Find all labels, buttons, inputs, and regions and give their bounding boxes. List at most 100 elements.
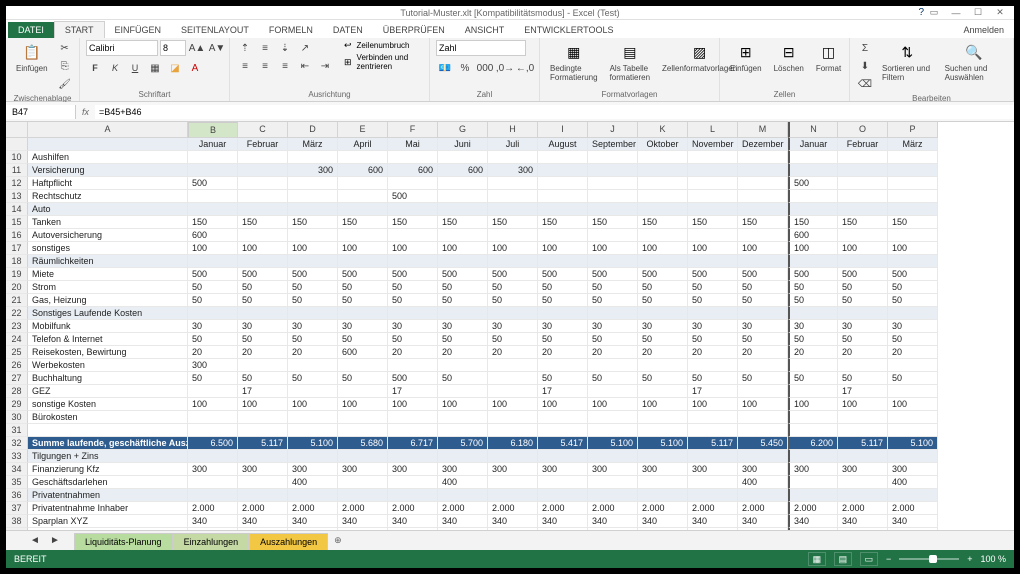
cell[interactable]: 50 (338, 294, 388, 307)
cell[interactable] (738, 450, 788, 463)
row-label[interactable]: Sparplan XYZ (28, 515, 188, 528)
cell[interactable]: 30 (688, 320, 738, 333)
cell[interactable]: 50 (688, 333, 738, 346)
cell[interactable] (788, 190, 838, 203)
cell[interactable] (538, 255, 588, 268)
row-label[interactable]: Sonstiges Laufende Kosten (28, 307, 188, 320)
cell[interactable] (538, 411, 588, 424)
cell[interactable] (738, 190, 788, 203)
cell[interactable]: 2.000 (388, 502, 438, 515)
cell[interactable] (738, 164, 788, 177)
row-label[interactable]: Finanzierung Kfz (28, 463, 188, 476)
cell[interactable]: 20 (788, 346, 838, 359)
cell[interactable] (688, 489, 738, 502)
cell[interactable]: 20 (488, 346, 538, 359)
cell[interactable] (838, 450, 888, 463)
cell[interactable]: 100 (388, 242, 438, 255)
cell[interactable] (388, 411, 438, 424)
cell[interactable] (638, 151, 688, 164)
row-header[interactable]: 33 (6, 450, 28, 463)
cell[interactable] (238, 255, 288, 268)
cell[interactable] (588, 385, 638, 398)
cell[interactable] (588, 203, 638, 216)
cell[interactable]: 50 (638, 372, 688, 385)
cell[interactable]: 5.100 (588, 437, 638, 450)
cell[interactable]: 25 (638, 528, 688, 530)
tab-insert[interactable]: EINFÜGEN (105, 22, 172, 38)
row-label[interactable]: Haftpflicht (28, 177, 188, 190)
cell[interactable]: 100 (888, 398, 938, 411)
cell[interactable] (488, 151, 538, 164)
cell[interactable] (238, 489, 288, 502)
cell[interactable] (588, 359, 638, 372)
cell[interactable]: 300 (738, 463, 788, 476)
cell[interactable]: 17 (538, 385, 588, 398)
cell[interactable] (288, 424, 338, 437)
cell[interactable] (288, 151, 338, 164)
row-label[interactable]: Sparplan XYZ (28, 528, 188, 530)
cell[interactable] (588, 164, 638, 177)
cell[interactable]: 20 (738, 346, 788, 359)
cell[interactable]: 100 (438, 398, 488, 411)
cell[interactable] (688, 411, 738, 424)
cell[interactable]: 300 (888, 463, 938, 476)
cell[interactable]: 300 (488, 164, 538, 177)
row-header[interactable]: 16 (6, 229, 28, 242)
cell[interactable]: 50 (738, 372, 788, 385)
cell[interactable]: 340 (688, 515, 738, 528)
col-header[interactable]: F (388, 122, 438, 138)
cell[interactable]: 100 (688, 398, 738, 411)
cell[interactable]: 50 (238, 281, 288, 294)
cell[interactable]: 100 (238, 242, 288, 255)
cell[interactable] (538, 177, 588, 190)
cell[interactable] (338, 450, 388, 463)
row-header[interactable]: 14 (6, 203, 28, 216)
cell[interactable] (838, 424, 888, 437)
sheet-tab-auszahlungen[interactable]: Auszahlungen (249, 533, 328, 550)
cell[interactable] (838, 229, 888, 242)
align-left-icon[interactable]: ≡ (236, 58, 254, 74)
cell[interactable] (588, 476, 638, 489)
cut-icon[interactable]: ✂ (56, 40, 74, 56)
cell[interactable] (388, 229, 438, 242)
cell[interactable]: 50 (688, 281, 738, 294)
tab-view[interactable]: ANSICHT (455, 22, 515, 38)
page-layout-view-icon[interactable]: ▤ (834, 552, 852, 566)
delete-cells-button[interactable]: ⊟Löschen (770, 40, 808, 75)
cell[interactable] (188, 255, 238, 268)
cell[interactable]: 300 (538, 463, 588, 476)
cell[interactable] (238, 164, 288, 177)
close-icon[interactable]: ✕ (990, 7, 1010, 19)
col-header[interactable]: A (28, 122, 188, 138)
cell[interactable]: 30 (738, 320, 788, 333)
cell[interactable]: 30 (488, 320, 538, 333)
cell[interactable]: 100 (688, 242, 738, 255)
cell[interactable]: 17 (388, 385, 438, 398)
cell[interactable] (338, 229, 388, 242)
minimize-icon[interactable]: — (946, 7, 966, 19)
cell[interactable]: 2.000 (288, 502, 338, 515)
cell[interactable]: 500 (788, 177, 838, 190)
cell[interactable]: 50 (488, 294, 538, 307)
cell[interactable] (488, 489, 538, 502)
row-label[interactable]: Summe laufende, geschäftliche Auszahlung… (28, 437, 188, 450)
tab-data[interactable]: DATEN (323, 22, 373, 38)
cell[interactable]: 50 (688, 294, 738, 307)
row-header[interactable]: 27 (6, 372, 28, 385)
cell[interactable] (638, 190, 688, 203)
cell[interactable] (838, 151, 888, 164)
cell[interactable]: 100 (588, 242, 638, 255)
cell[interactable] (688, 307, 738, 320)
cell[interactable] (788, 151, 838, 164)
cell[interactable]: 600 (338, 346, 388, 359)
cell[interactable] (538, 203, 588, 216)
cell[interactable] (588, 229, 638, 242)
cell[interactable] (438, 411, 488, 424)
cell[interactable] (688, 164, 738, 177)
cell[interactable] (688, 450, 738, 463)
cell[interactable]: 150 (338, 216, 388, 229)
cell[interactable]: 30 (638, 320, 688, 333)
cell[interactable] (838, 164, 888, 177)
ribbon-display-icon[interactable]: ▭ (924, 7, 944, 19)
row-header[interactable]: 31 (6, 424, 28, 437)
